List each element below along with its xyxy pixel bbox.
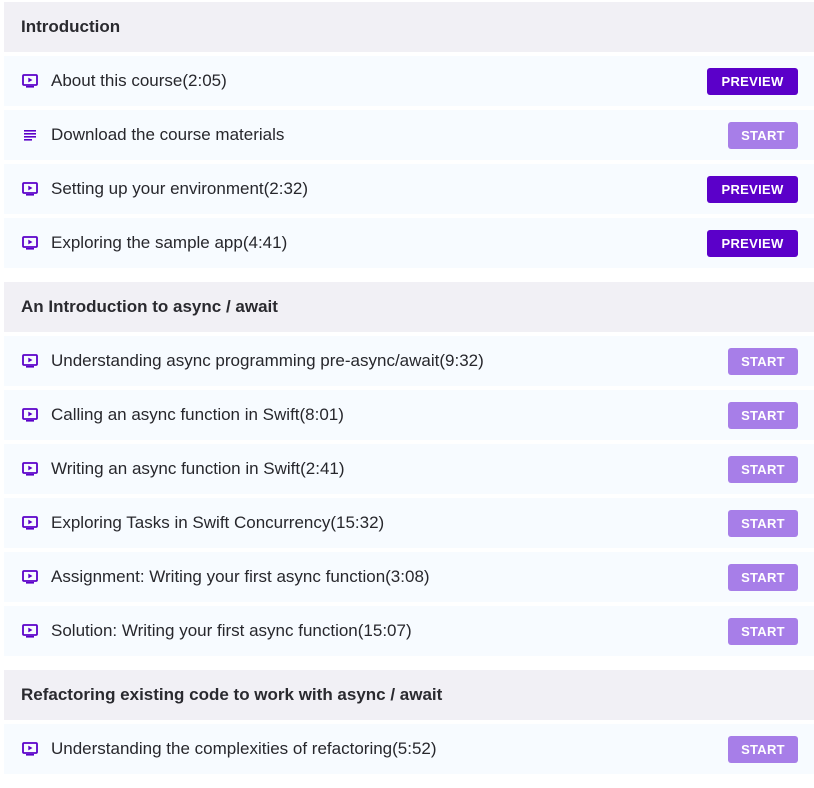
start-button[interactable]: START	[728, 455, 798, 483]
section-refactoring: Refactoring existing code to work with a…	[4, 670, 814, 774]
preview-button[interactable]: PREVIEW	[707, 67, 798, 95]
lecture-item[interactable]: Exploring Tasks in Swift Concurrency(15:…	[4, 498, 814, 548]
lecture-title: About this course(2:05)	[51, 71, 227, 90]
section-header: An Introduction to async / await	[4, 282, 814, 332]
lecture-title: Solution: Writing your first async funct…	[51, 621, 412, 640]
lecture-title: Understanding the complexities of refact…	[51, 739, 437, 758]
section-header: Refactoring existing code to work with a…	[4, 670, 814, 720]
text-document-icon	[21, 126, 39, 144]
lecture-title: Assignment: Writing your first async fun…	[51, 567, 430, 586]
lecture-title: Calling an async function in Swift(8:01)	[51, 405, 344, 424]
play-video-icon	[21, 180, 39, 198]
lecture-item[interactable]: Exploring the sample app(4:41) PREVIEW	[4, 218, 814, 268]
play-video-icon	[21, 72, 39, 90]
lecture-item[interactable]: About this course(2:05) PREVIEW	[4, 56, 814, 106]
lecture-item[interactable]: Download the course materials START	[4, 110, 814, 160]
lecture-item[interactable]: Calling an async function in Swift(8:01)…	[4, 390, 814, 440]
start-button[interactable]: START	[728, 121, 798, 149]
section-header: Introduction	[4, 2, 814, 52]
play-video-icon	[21, 352, 39, 370]
lecture-title: Exploring Tasks in Swift Concurrency(15:…	[51, 513, 385, 532]
lecture-title: Setting up your environment(2:32)	[51, 179, 309, 198]
play-video-icon	[21, 514, 39, 532]
play-video-icon	[21, 460, 39, 478]
section-introduction: Introduction About this course(2:05) PRE…	[4, 2, 814, 268]
start-button[interactable]: START	[728, 735, 798, 763]
preview-button[interactable]: PREVIEW	[707, 175, 798, 203]
lecture-title: Download the course materials	[51, 125, 285, 144]
section-async-await-intro: An Introduction to async / await Underst…	[4, 282, 814, 656]
lecture-item[interactable]: Writing an async function in Swift(2:41)…	[4, 444, 814, 494]
start-button[interactable]: START	[728, 509, 798, 537]
lecture-title: Understanding async programming pre-asyn…	[51, 351, 484, 370]
course-curriculum: Introduction About this course(2:05) PRE…	[4, 2, 814, 788]
play-video-icon	[21, 740, 39, 758]
play-video-icon	[21, 406, 39, 424]
play-video-icon	[21, 622, 39, 640]
lecture-title: Exploring the sample app(4:41)	[51, 233, 288, 252]
lecture-title: Writing an async function in Swift(2:41)	[51, 459, 345, 478]
start-button[interactable]: START	[728, 401, 798, 429]
preview-button[interactable]: PREVIEW	[707, 229, 798, 257]
section-title: An Introduction to async / await	[21, 297, 278, 316]
start-button[interactable]: START	[728, 563, 798, 591]
lecture-item[interactable]: Understanding the complexities of refact…	[4, 724, 814, 774]
start-button[interactable]: START	[728, 617, 798, 645]
lecture-item[interactable]: Setting up your environment(2:32) PREVIE…	[4, 164, 814, 214]
section-title: Introduction	[21, 17, 121, 36]
lecture-item[interactable]: Assignment: Writing your first async fun…	[4, 552, 814, 602]
play-video-icon	[21, 568, 39, 586]
play-video-icon	[21, 234, 39, 252]
section-title: Refactoring existing code to work with a…	[21, 685, 443, 704]
lecture-item[interactable]: Understanding async programming pre-asyn…	[4, 336, 814, 386]
start-button[interactable]: START	[728, 347, 798, 375]
lecture-item[interactable]: Solution: Writing your first async funct…	[4, 606, 814, 656]
